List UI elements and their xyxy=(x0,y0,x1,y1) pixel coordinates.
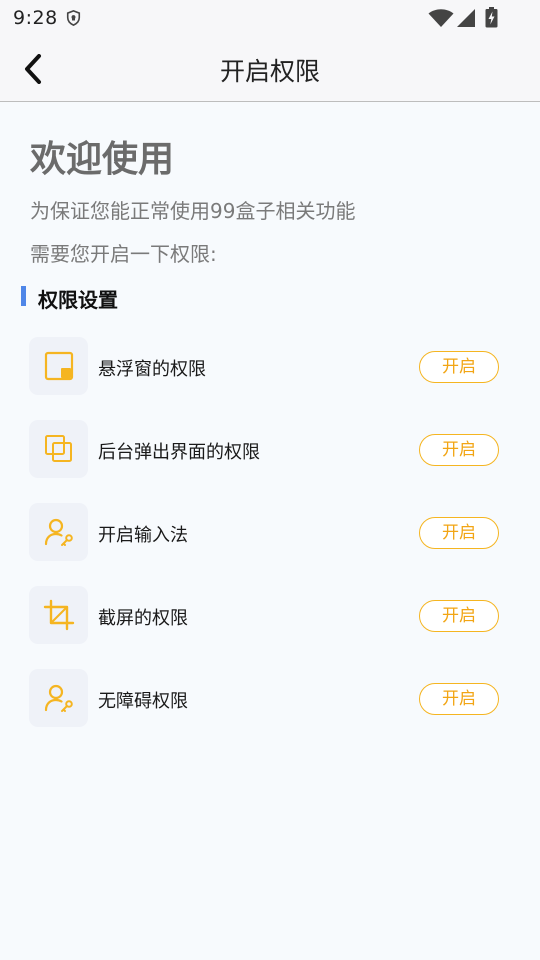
crop-icon xyxy=(43,599,74,631)
welcome-description-line1: 为保证您能正常使用99盒子相关功能 xyxy=(30,199,356,223)
user-key-icon xyxy=(44,684,73,712)
permission-row-floating-window: 悬浮窗的权限 开启 xyxy=(0,337,540,395)
permission-icon-box xyxy=(29,420,88,478)
permission-icon-box xyxy=(29,337,88,395)
overlapping-windows-icon xyxy=(44,435,72,462)
permission-label: 悬浮窗的权限 xyxy=(98,359,206,380)
section-accent-bar xyxy=(21,286,26,306)
open-background-popup-button[interactable]: 开启 xyxy=(419,434,499,466)
permission-icon-box xyxy=(29,586,88,644)
page-title: 开启权限 xyxy=(219,57,320,86)
permission-label: 无障碍权限 xyxy=(98,691,188,712)
open-screenshot-button[interactable]: 开启 xyxy=(419,600,499,632)
user-key-icon xyxy=(44,518,73,546)
floating-window-icon xyxy=(44,351,73,381)
open-accessibility-button[interactable]: 开启 xyxy=(419,683,499,715)
permission-label: 截屏的权限 xyxy=(98,608,188,629)
open-floating-window-button[interactable]: 开启 xyxy=(419,351,499,383)
permission-icon-box xyxy=(29,669,88,727)
status-time: 9:28 xyxy=(13,7,58,29)
section-title: 权限设置 xyxy=(38,288,118,312)
permission-icon-box xyxy=(29,503,88,561)
battery-charging-icon xyxy=(485,7,498,28)
wifi-icon xyxy=(428,9,454,27)
permission-row-screenshot: 截屏的权限 开启 xyxy=(0,586,540,644)
permission-row-input-method: 开启输入法 开启 xyxy=(0,503,540,561)
shield-icon xyxy=(66,10,81,26)
permission-row-accessibility: 无障碍权限 开启 xyxy=(0,669,540,727)
status-bar: 9:28 xyxy=(0,0,540,36)
welcome-title: 欢迎使用 xyxy=(30,139,175,180)
welcome-description-line2: 需要您开启一下权限: xyxy=(30,242,217,266)
permission-label: 开启输入法 xyxy=(98,525,188,546)
open-input-method-button[interactable]: 开启 xyxy=(419,517,499,549)
signal-icon xyxy=(457,9,475,27)
app-header: 开启权限 xyxy=(0,36,540,102)
permission-label: 后台弹出界面的权限 xyxy=(98,442,260,463)
permission-row-background-popup: 后台弹出界面的权限 开启 xyxy=(0,420,540,478)
